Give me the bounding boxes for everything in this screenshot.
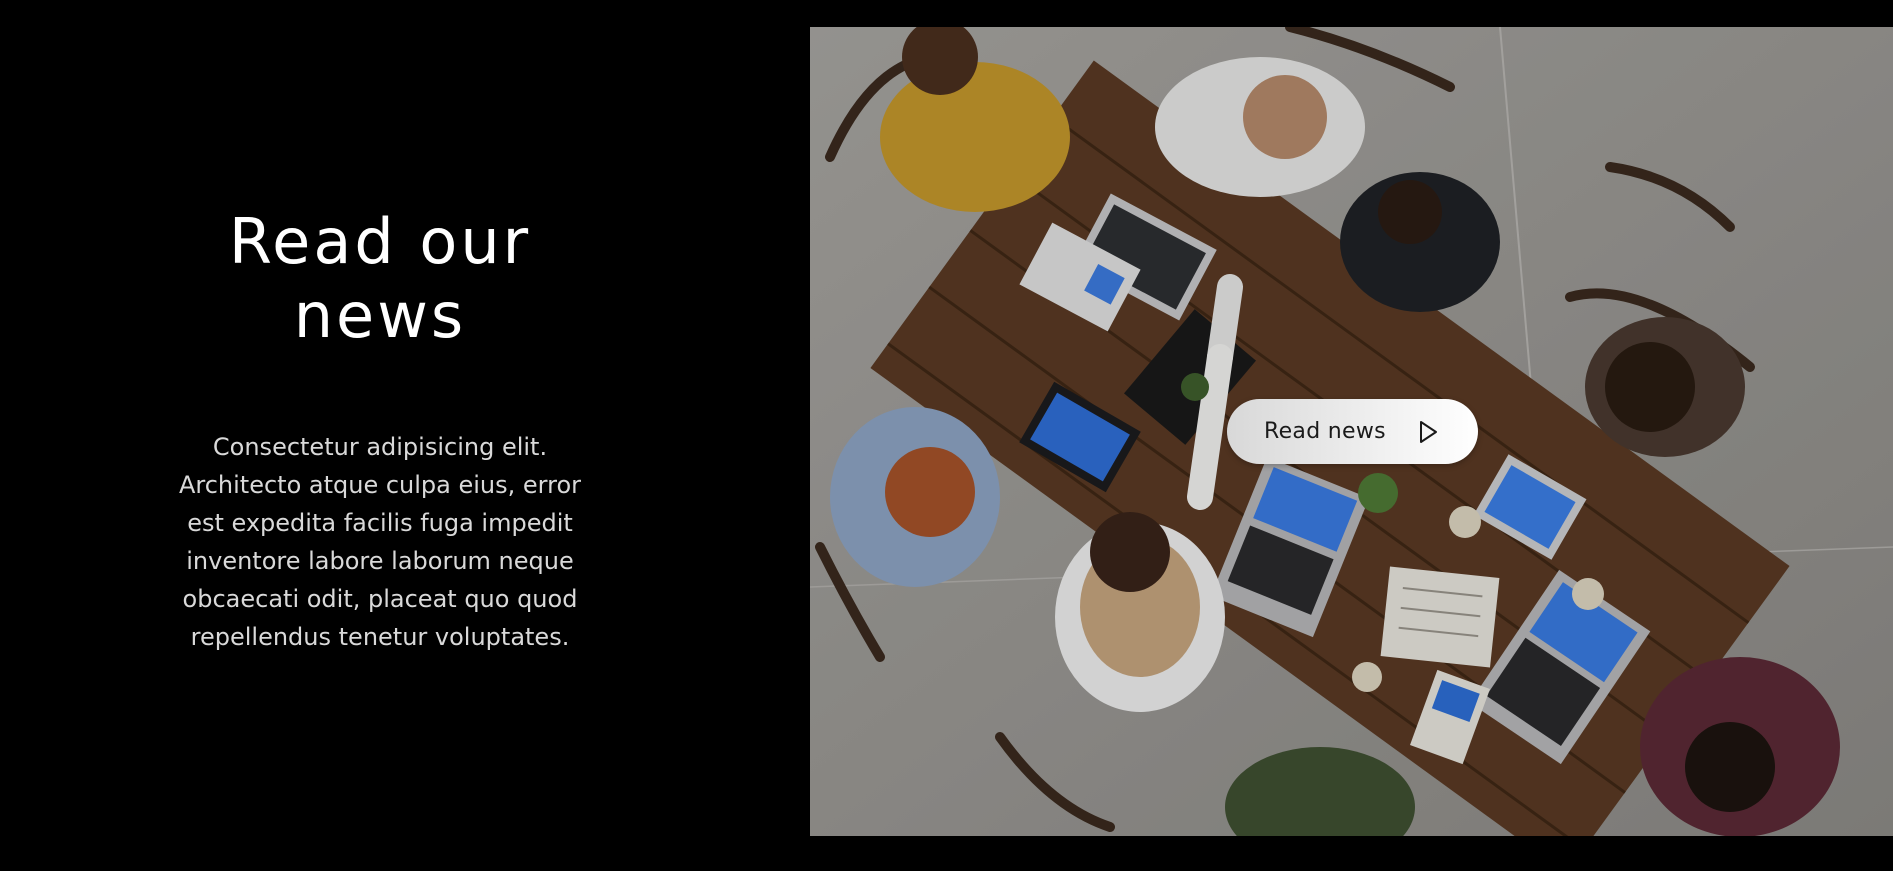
news-section: Read our news Consectetur adipisicing el… bbox=[0, 0, 1893, 871]
news-intro: Read our news Consectetur adipisicing el… bbox=[0, 0, 760, 871]
section-heading: Read our news bbox=[0, 205, 760, 353]
read-news-label: Read news bbox=[1264, 419, 1386, 444]
play-icon bbox=[1420, 421, 1437, 443]
read-news-button[interactable]: Read news bbox=[1227, 399, 1478, 464]
section-description: Consectetur adipisicing elit. Architecto… bbox=[178, 433, 582, 651]
heading-line-1: Read our bbox=[228, 205, 532, 278]
heading-line-2: news bbox=[293, 279, 467, 352]
